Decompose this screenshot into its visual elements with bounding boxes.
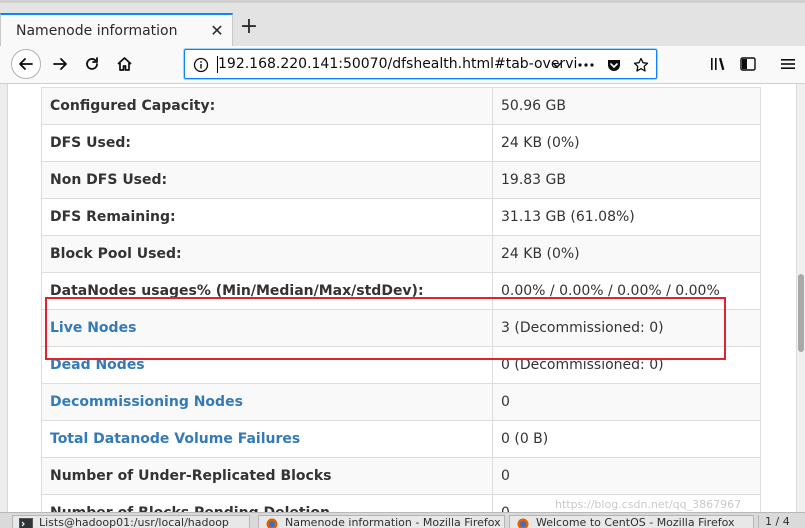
namenode-summary-table: Configured Capacity: 50.96 GB DFS Used: 24 … <box>41 87 761 512</box>
row-value-cell: 0 (0 B) <box>492 420 761 458</box>
terminal-icon <box>19 518 33 528</box>
table-row: Decommissioning Nodes 0 <box>41 383 761 421</box>
row-label-cell: Number of Under-Replicated Blocks <box>41 457 493 495</box>
row-label-cell: Block Pool Used: <box>41 235 493 273</box>
url-bar[interactable]: 192.168.220.141:50070/dfshealth.html#tab… <box>184 49 657 79</box>
vertical-scrollbar[interactable] <box>796 84 805 512</box>
row-label-cell: Number of Blocks Pending Deletion <box>41 494 493 512</box>
menu-button[interactable] <box>773 49 803 79</box>
close-tab-icon[interactable]: ✕ <box>208 22 226 40</box>
row-value-cell: 0.00% / 0.00% / 0.00% / 0.00% <box>492 272 761 310</box>
taskbar-item-terminal[interactable]: Lists@hadoop01:/usr/local/hadoop <box>12 515 250 528</box>
row-label-cell: Configured Capacity: <box>41 87 493 125</box>
taskbar-item-firefox-welcome[interactable]: Welcome to CentOS - Mozilla Firefox <box>509 515 754 528</box>
reload-button[interactable] <box>77 49 107 79</box>
new-tab-icon[interactable]: + <box>238 16 260 38</box>
firefox-icon <box>517 518 529 528</box>
table-row: Total Datanode Volume Failures 0 (0 B) <box>41 420 761 458</box>
table-row: Dead Nodes 0 (Decommissioned: 0) <box>41 346 761 384</box>
back-arrow-icon <box>19 58 33 70</box>
row-value-cell: 24 KB (0%) <box>492 124 761 162</box>
row-label-cell: DFS Remaining: <box>41 198 493 236</box>
scrollbar-thumb[interactable] <box>798 274 804 352</box>
library-button[interactable] <box>703 49 733 79</box>
table-row: Non DFS Used: 19.83 GB <box>41 161 761 199</box>
navigation-toolbar: 192.168.220.141:50070/dfshealth.html#tab… <box>0 46 805 84</box>
row-label-cell: Non DFS Used: <box>41 161 493 199</box>
forward-arrow-icon <box>53 58 67 70</box>
sidebar-button[interactable] <box>733 49 763 79</box>
row-value-cell: 0 <box>492 457 761 495</box>
row-value-cell: 50.96 GB <box>492 87 761 125</box>
back-button[interactable] <box>11 49 41 79</box>
bookmark-star-icon[interactable] <box>631 55 651 75</box>
home-button[interactable] <box>109 49 139 79</box>
pocket-icon[interactable] <box>604 55 624 75</box>
url-text[interactable]: 192.168.220.141:50070/dfshealth.html#tab… <box>218 56 577 72</box>
home-icon <box>116 57 132 71</box>
table-row: DFS Remaining: 31.13 GB (61.08%) <box>41 198 761 236</box>
taskbar-item-firefox-namenode[interactable]: Namenode information - Mozilla Firefox <box>258 515 505 528</box>
row-label-cell: Total Datanode Volume Failures <box>41 420 493 458</box>
table-row: Configured Capacity: 50.96 GB <box>41 87 761 125</box>
table-row: Block Pool Used: 24 KB (0%) <box>41 235 761 273</box>
taskbar: Lists@hadoop01:/usr/local/hadoop Namenod… <box>0 512 805 528</box>
tab-namenode-information[interactable]: Namenode information ✕ <box>0 13 233 49</box>
table-row: DFS Used: 24 KB (0%) <box>41 124 761 162</box>
library-icon <box>711 57 725 71</box>
watermark: https://blog.csdn.net/qq_3867967 <box>555 498 742 511</box>
row-label-link[interactable]: Decommissioning Nodes <box>50 394 243 410</box>
workspace-pager[interactable]: 1 / 4 <box>758 515 798 528</box>
taskbar-item-label: Welcome to CentOS - Mozilla Firefox <box>536 516 735 528</box>
tab-title: Namenode information <box>16 23 178 39</box>
hamburger-menu-icon <box>781 59 795 69</box>
row-label-link[interactable]: Dead Nodes <box>50 357 145 373</box>
row-label-cell: Decommissioning Nodes <box>41 383 493 421</box>
row-value-cell: 24 KB (0%) <box>492 235 761 273</box>
row-value-cell: 3 (Decommissioned: 0) <box>492 309 761 347</box>
row-value-cell: 0 (Decommissioned: 0) <box>492 346 761 384</box>
row-value-cell: 0 <box>492 383 761 421</box>
row-label-link[interactable]: Live Nodes <box>50 320 136 336</box>
firefox-icon <box>266 518 278 528</box>
table-row: Number of Under-Replicated Blocks 0 <box>41 457 761 495</box>
reload-icon <box>86 57 98 70</box>
tab-strip: Namenode information ✕ + <box>0 0 805 49</box>
row-label-link[interactable]: Total Datanode Volume Failures <box>50 431 300 447</box>
page-actions-icon[interactable] <box>576 55 596 75</box>
info-icon[interactable] <box>191 55 211 75</box>
page-left-edge <box>0 84 8 512</box>
taskbar-item-label: Namenode information - Mozilla Firefox <box>285 516 501 528</box>
row-label-cell: Live Nodes <box>41 309 493 347</box>
forward-button[interactable] <box>45 49 75 79</box>
table-row: DataNodes usages% (Min/Median/Max/stdDev… <box>41 272 761 310</box>
sidebar-icon <box>740 57 756 71</box>
table-row: Live Nodes 3 (Decommissioned: 0) <box>41 309 761 347</box>
row-label-cell: DFS Used: <box>41 124 493 162</box>
row-value-cell: 31.13 GB (61.08%) <box>492 198 761 236</box>
row-label-cell: Dead Nodes <box>41 346 493 384</box>
page-content: Configured Capacity: 50.96 GB DFS Used: 24 … <box>8 84 796 512</box>
taskbar-item-label: Lists@hadoop01:/usr/local/hadoop <box>39 516 229 528</box>
row-value-cell: 19.83 GB <box>492 161 761 199</box>
chevron-down-icon[interactable] <box>547 55 567 75</box>
row-label-cell: DataNodes usages% (Min/Median/Max/stdDev… <box>41 272 493 310</box>
